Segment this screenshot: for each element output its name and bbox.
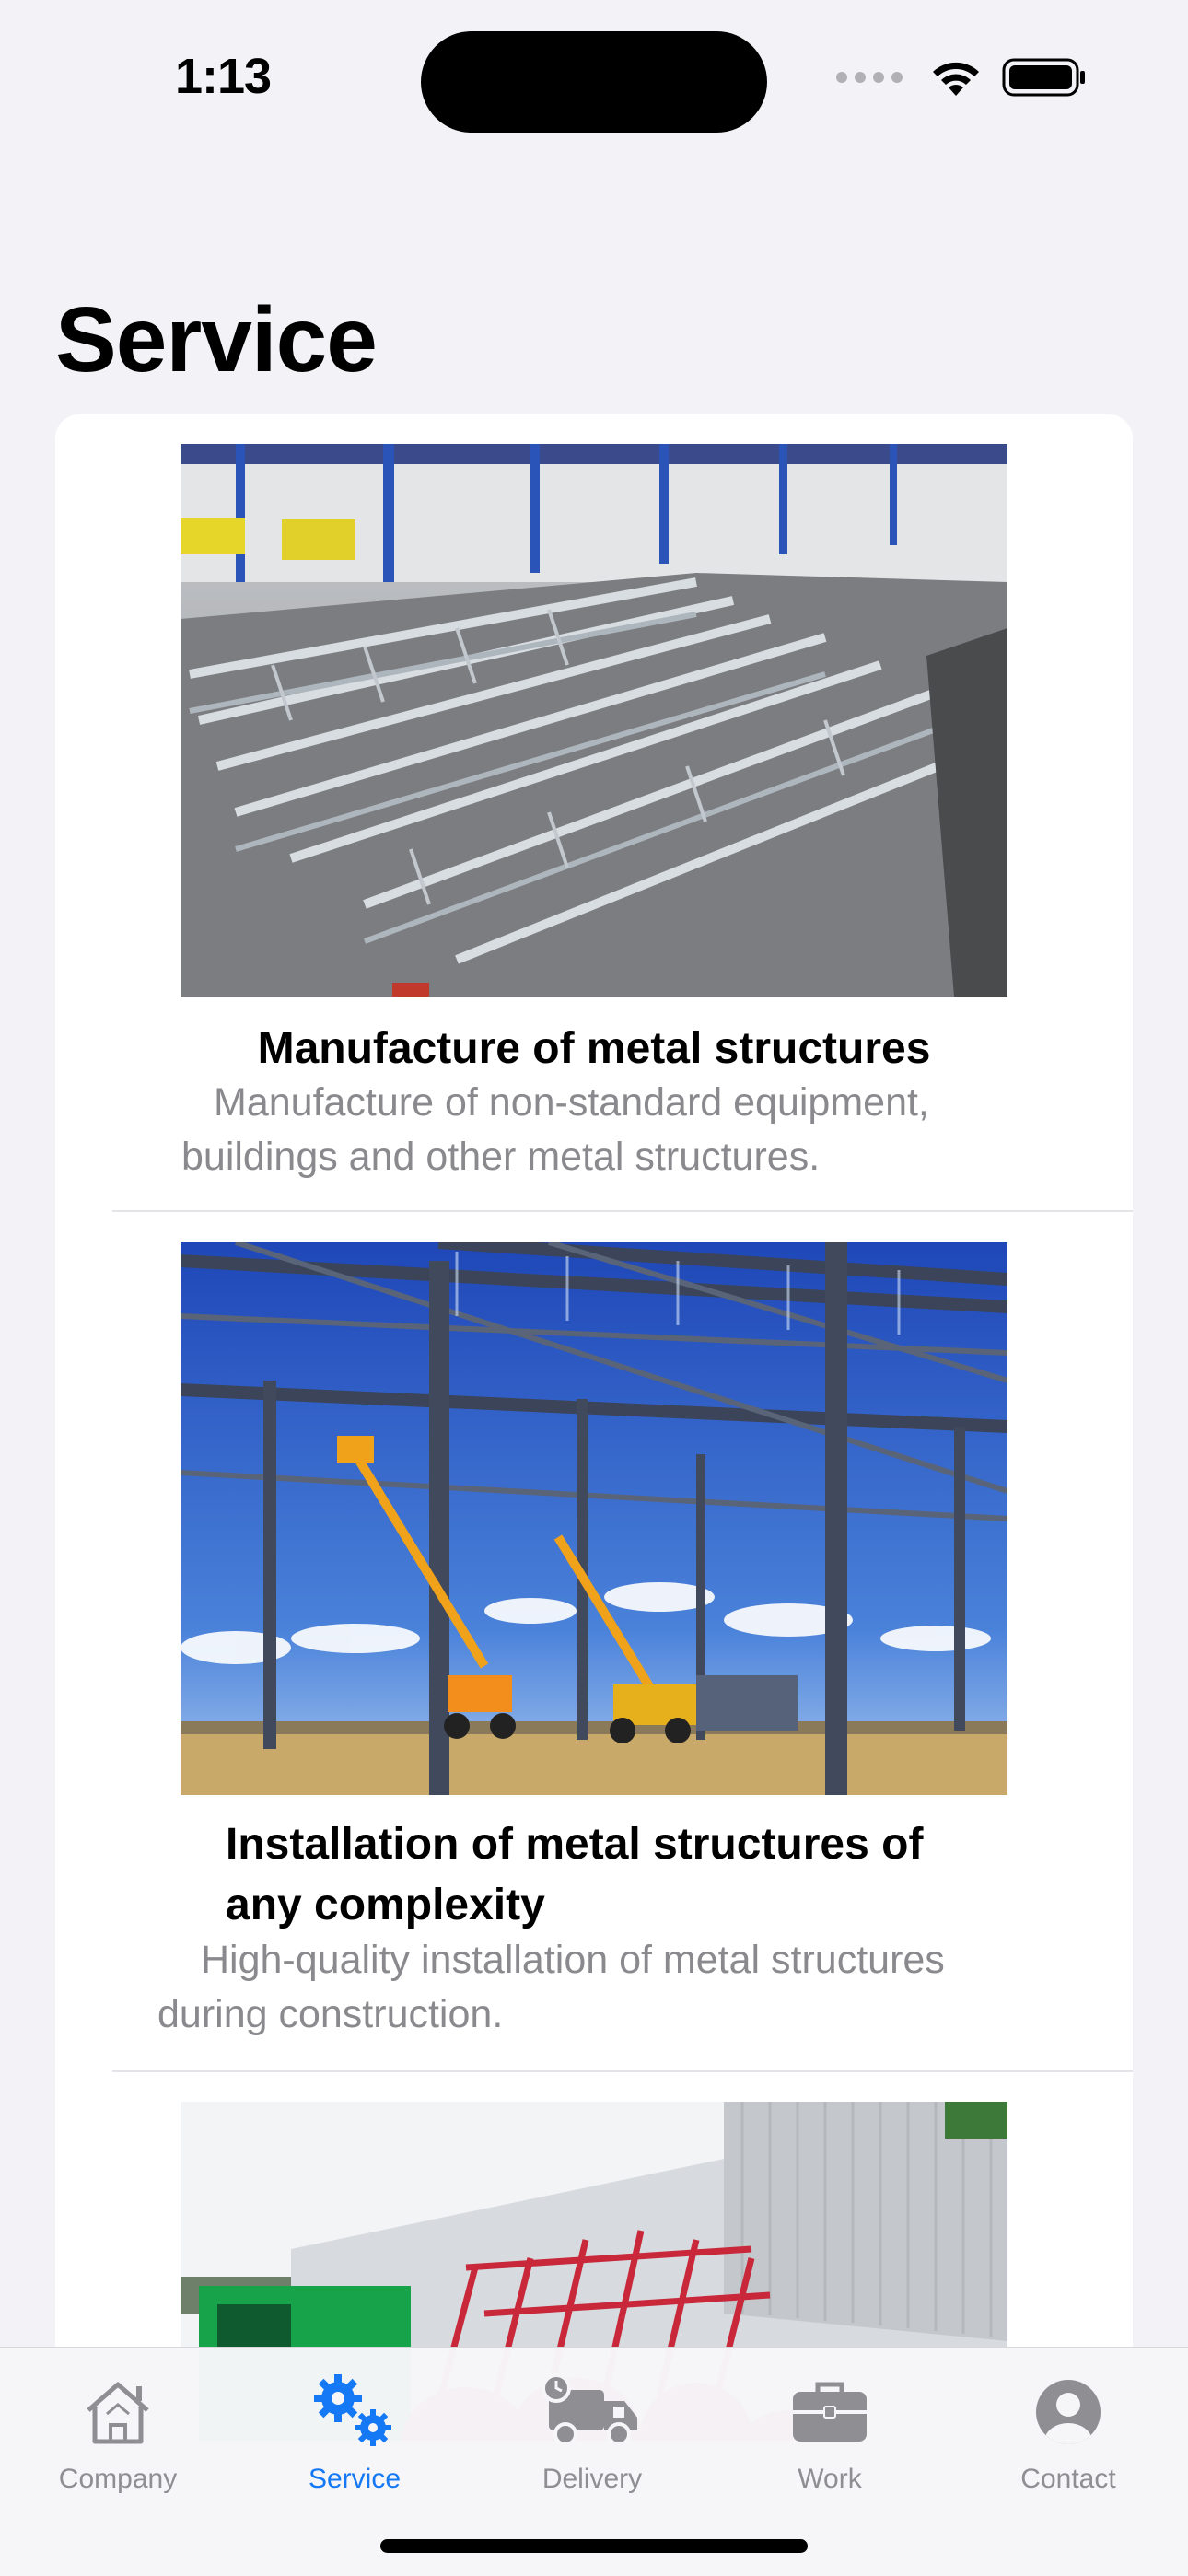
tab-work[interactable]: Work bbox=[738, 2366, 922, 2495]
gears-icon bbox=[262, 2366, 447, 2458]
tab-label: Company bbox=[58, 2464, 178, 2494]
person-circle-icon bbox=[976, 2366, 1160, 2458]
battery-icon bbox=[1002, 58, 1085, 97]
truck-clock-icon bbox=[500, 2366, 684, 2458]
tab-contact[interactable]: Contact bbox=[976, 2366, 1160, 2495]
cellular-signal-icon bbox=[836, 72, 903, 83]
wifi-icon bbox=[933, 62, 979, 96]
service-title: Manufacture of metal structures bbox=[257, 1024, 931, 1073]
tab-label: Contact bbox=[1020, 2464, 1116, 2494]
service-item-installation[interactable]: Installation of metal structures of any … bbox=[55, 1212, 1133, 2070]
page-title: Service bbox=[55, 288, 378, 391]
steel-frame-construction-photo bbox=[181, 1242, 1007, 1795]
status-icons bbox=[836, 57, 1087, 98]
service-title-line-2: any complexity bbox=[226, 1881, 545, 1929]
tab-label: Delivery bbox=[542, 2464, 643, 2494]
service-description-line-2: during construction. bbox=[157, 1992, 504, 2036]
tab-company[interactable]: Company bbox=[26, 2366, 210, 2495]
status-time: 1:13 bbox=[175, 49, 272, 104]
service-description-line-1: High-quality installation of metal struc… bbox=[201, 1938, 945, 1982]
home-indicator[interactable] bbox=[380, 2539, 808, 2553]
service-title-line-1: Installation of metal structures of bbox=[226, 1820, 924, 1869]
tab-service[interactable]: Service bbox=[262, 2366, 447, 2495]
tab-delivery[interactable]: Delivery bbox=[500, 2366, 684, 2495]
dynamic-island bbox=[421, 31, 767, 133]
service-description-line-1: Manufacture of non-standard equipment, bbox=[214, 1080, 929, 1125]
service-item-manufacture[interactable]: Manufacture of metal structures Manufact… bbox=[55, 414, 1133, 1210]
tab-label: Work bbox=[798, 2464, 862, 2494]
stacked-steel-trusses-photo bbox=[181, 444, 1007, 997]
tab-label: Service bbox=[308, 2464, 402, 2494]
service-description-line-2: buildings and other metal structures. bbox=[181, 1135, 821, 1179]
house-icon bbox=[26, 2366, 210, 2458]
services-list[interactable]: Manufacture of metal structures Manufact… bbox=[55, 414, 1133, 2441]
briefcase-icon bbox=[738, 2366, 922, 2458]
